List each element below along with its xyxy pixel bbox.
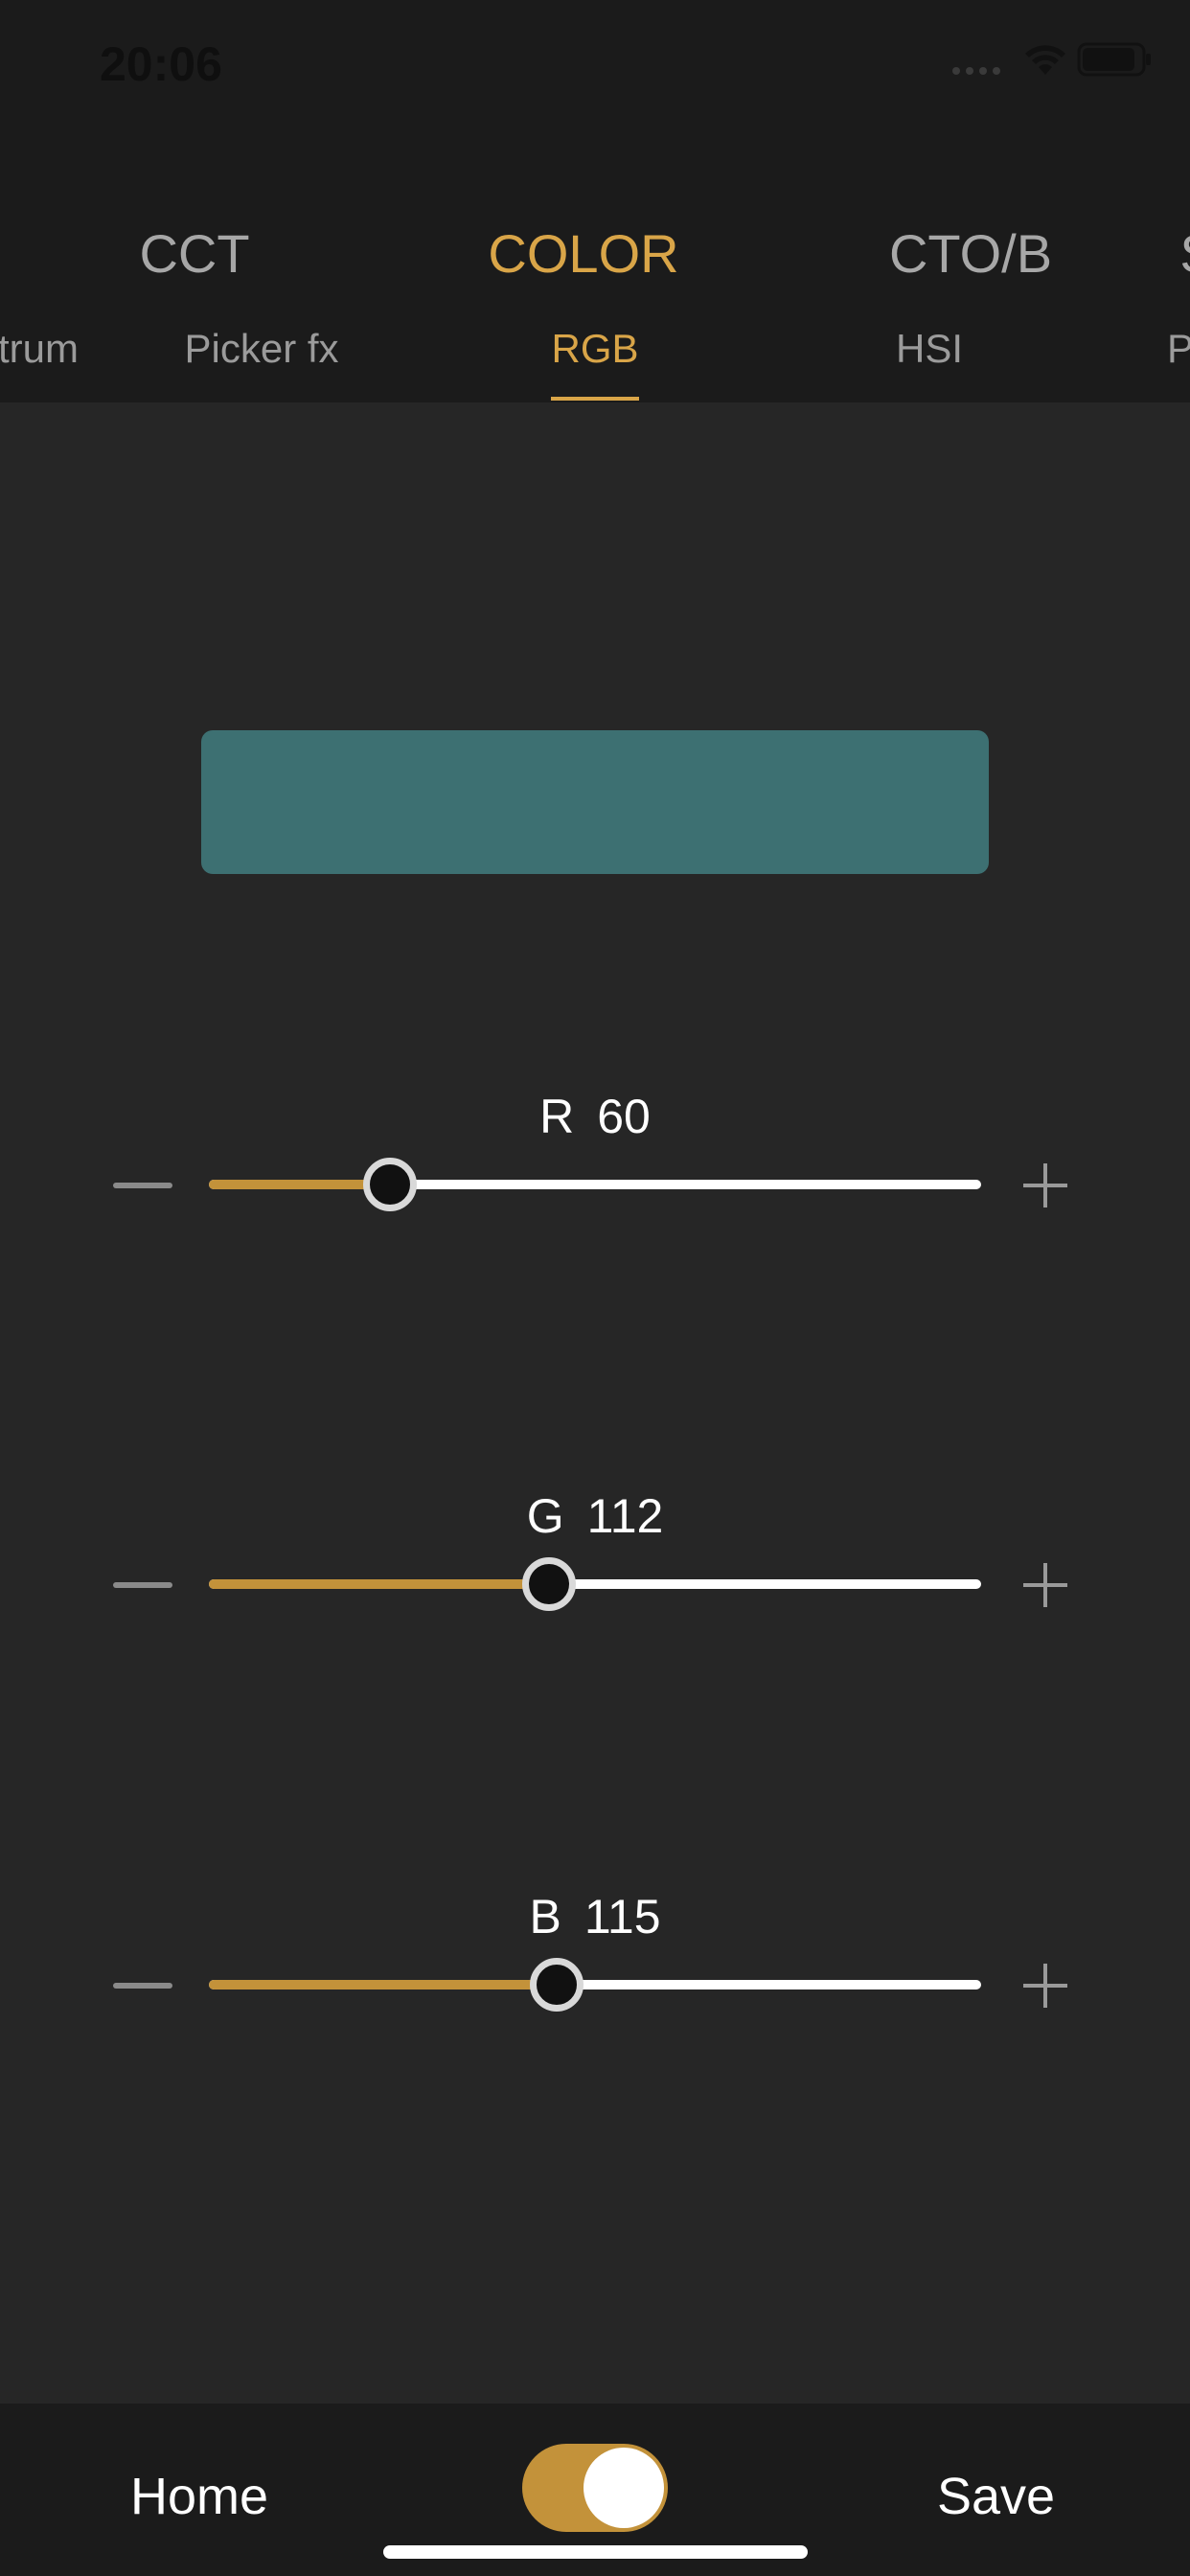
status-icons (903, 42, 1190, 80)
tab-color[interactable]: COLOR (488, 222, 678, 285)
wifi-icon (1025, 45, 1065, 75)
channel-value: 60 (597, 1090, 651, 1143)
slider-thumb[interactable] (529, 1958, 584, 2012)
slider-g-label: G 112 (0, 1488, 1190, 1544)
slider-g: G 112 (0, 1488, 1190, 1680)
home-indicator (383, 2545, 808, 2559)
active-subtab-underline (551, 397, 639, 401)
slider-r-label: R 60 (0, 1089, 1190, 1144)
slider-track[interactable] (209, 1180, 981, 1189)
channel-value: 112 (586, 1489, 664, 1543)
home-button[interactable]: Home (130, 2467, 268, 2526)
mode-tab-header: CCT COLOR CTO/B S trum Picker fx RGB HSI… (0, 134, 1190, 402)
status-time: 20:06 (100, 37, 222, 91)
subtab-partial[interactable]: P (1167, 326, 1190, 372)
channel-name: R (539, 1090, 575, 1143)
slider-b: B 115 (0, 1889, 1190, 2081)
minus-icon[interactable] (113, 1983, 172, 1989)
color-preview (201, 730, 989, 874)
slider-b-label: B 115 (0, 1889, 1190, 1944)
signal-icon (952, 67, 1000, 75)
slider-fill (209, 1579, 549, 1589)
slider-thumb[interactable] (363, 1158, 418, 1211)
slider-fill (209, 1980, 557, 1990)
power-toggle[interactable] (522, 2444, 668, 2532)
plus-icon[interactable] (1023, 1163, 1067, 1208)
subtab-rgb[interactable]: RGB (551, 326, 638, 372)
tab-cct[interactable]: CCT (139, 222, 249, 285)
channel-name: B (529, 1890, 561, 1944)
tab-partial[interactable]: S (1179, 222, 1190, 285)
bottom-bar: Home Save (0, 2404, 1190, 2576)
minus-icon[interactable] (113, 1183, 172, 1188)
subtab-spectrum[interactable]: trum (0, 326, 79, 372)
plus-icon[interactable] (1023, 1563, 1067, 1607)
subtab-hsi[interactable]: HSI (896, 326, 963, 372)
minus-icon[interactable] (113, 1582, 172, 1588)
slider-r: R 60 (0, 1089, 1190, 1280)
slider-track[interactable] (209, 1579, 981, 1589)
channel-value: 115 (584, 1890, 661, 1944)
slider-track[interactable] (209, 1980, 981, 1990)
toggle-knob (584, 2448, 664, 2528)
subtab-picker-fx[interactable]: Picker fx (184, 326, 338, 372)
battery-icon (1077, 42, 1151, 77)
slider-thumb[interactable] (521, 1557, 576, 1611)
channel-name: G (526, 1489, 564, 1543)
save-button[interactable]: Save (937, 2467, 1055, 2526)
plus-icon[interactable] (1023, 1964, 1067, 2008)
status-bar: 20:06 (0, 0, 1190, 134)
tab-cto-b[interactable]: CTO/B (889, 222, 1052, 285)
